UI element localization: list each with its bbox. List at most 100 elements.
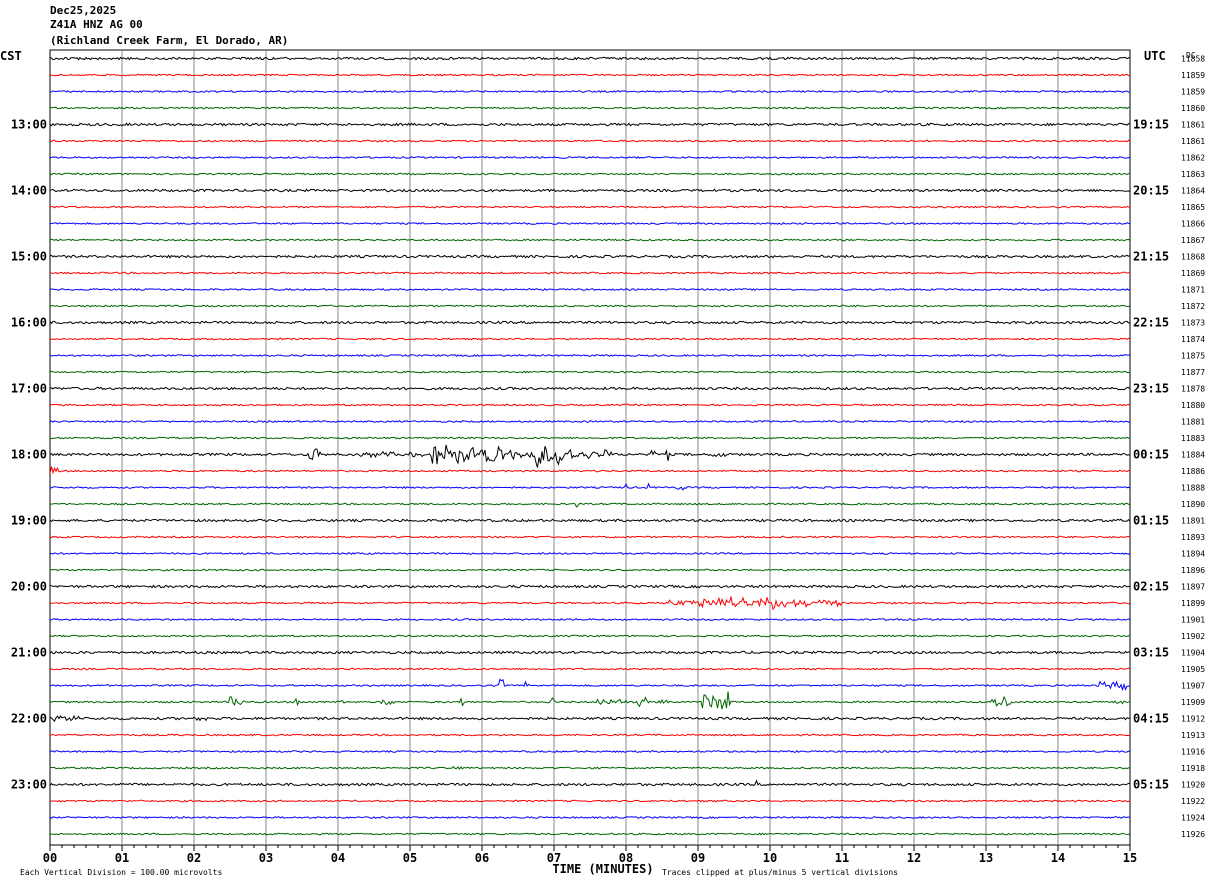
seismic-trace bbox=[49, 765, 1131, 771]
seismic-trace bbox=[49, 667, 1131, 671]
dc-value-label: 11904 bbox=[1181, 649, 1205, 658]
seismic-trace bbox=[49, 691, 1131, 710]
seismic-trace bbox=[49, 816, 1131, 819]
seismic-trace bbox=[49, 156, 1131, 159]
x-tick-label: 05 bbox=[403, 851, 417, 865]
x-tick-label: 14 bbox=[1051, 851, 1065, 865]
plot-grid bbox=[49, 49, 1131, 851]
seismic-trace bbox=[49, 568, 1131, 572]
dc-value-label: 11869 bbox=[1181, 269, 1205, 278]
dc-value-label: 11868 bbox=[1181, 253, 1205, 262]
seismic-trace bbox=[49, 466, 1131, 475]
dc-value-label: 11864 bbox=[1181, 187, 1205, 196]
dc-value-label: 11875 bbox=[1181, 352, 1205, 361]
seismic-trace bbox=[49, 779, 1131, 787]
seismic-trace bbox=[49, 403, 1131, 407]
seismic-trace bbox=[49, 73, 1131, 77]
dc-value-label: 11865 bbox=[1181, 203, 1205, 212]
dc-value-label: 11884 bbox=[1181, 451, 1205, 460]
seismic-trace bbox=[49, 254, 1131, 259]
dc-value-label: 11878 bbox=[1181, 385, 1205, 394]
utc-hour-label: 03:15 bbox=[1133, 646, 1169, 660]
seismic-trace bbox=[49, 518, 1131, 523]
seismic-trace bbox=[49, 354, 1131, 357]
dc-value-label: 11924 bbox=[1181, 814, 1205, 823]
dc-value-label: 11859 bbox=[1181, 88, 1205, 97]
cst-hour-label: 22:00 bbox=[11, 712, 47, 726]
plot-frame bbox=[49, 49, 1131, 846]
seismic-trace bbox=[49, 139, 1131, 143]
dc-value-label: 11860 bbox=[1181, 104, 1205, 113]
dc-value-label: 11918 bbox=[1181, 764, 1205, 773]
seismic-trace bbox=[49, 370, 1131, 374]
dc-value-label: 11888 bbox=[1181, 484, 1205, 493]
dc-value-label: 11907 bbox=[1181, 682, 1205, 691]
cst-hour-label: 19:00 bbox=[11, 514, 47, 528]
dc-value-label: 11861 bbox=[1181, 137, 1205, 146]
utc-hour-label: 21:15 bbox=[1133, 250, 1169, 264]
dc-header-label: DC bbox=[1186, 51, 1196, 60]
x-tick-label: 03 bbox=[259, 851, 273, 865]
seismic-trace bbox=[49, 750, 1131, 754]
cst-hour-label: 23:00 bbox=[11, 778, 47, 792]
seismic-trace bbox=[49, 678, 1131, 692]
seismic-trace bbox=[49, 436, 1131, 440]
seismic-trace bbox=[49, 482, 1131, 491]
seismic-trace bbox=[49, 56, 1131, 61]
dc-value-label: 11880 bbox=[1181, 401, 1205, 410]
utc-axis-label: UTC bbox=[1144, 49, 1166, 63]
utc-hour-label: 02:15 bbox=[1133, 580, 1169, 594]
dc-value-label: 11873 bbox=[1181, 319, 1205, 328]
seismogram-chart: 00 01 02 03 04 05 06 07 08 09 10 11 12 13 14 1511858118… bbox=[0, 49, 1205, 877]
cst-hour-label: 14:00 bbox=[11, 184, 47, 198]
dc-value-label: 11909 bbox=[1181, 698, 1205, 707]
dc-value-label: 11859 bbox=[1181, 71, 1205, 80]
cst-axis-label: CST bbox=[0, 49, 22, 63]
seismic-trace bbox=[49, 205, 1131, 209]
seismic-trace bbox=[49, 90, 1131, 93]
seismic-trace bbox=[49, 552, 1131, 555]
seismic-trace bbox=[49, 617, 1131, 622]
seismic-trace bbox=[49, 386, 1131, 391]
utc-hour-label: 04:15 bbox=[1133, 712, 1169, 726]
seismic-trace bbox=[49, 832, 1131, 836]
vertical-division-note: Each Vertical Division = 100.00 microvol… bbox=[20, 868, 222, 877]
x-tick-label: 04 bbox=[331, 851, 345, 865]
dc-value-label: 11902 bbox=[1181, 632, 1205, 641]
dc-value-label: 11863 bbox=[1181, 170, 1205, 179]
dc-value-label: 11920 bbox=[1181, 781, 1205, 790]
seismic-trace bbox=[49, 320, 1131, 325]
utc-hour-label: 22:15 bbox=[1133, 316, 1169, 330]
seismic-trace bbox=[49, 304, 1131, 308]
x-tick-label: 00 bbox=[43, 851, 57, 865]
dc-value-label: 11916 bbox=[1181, 748, 1205, 757]
seismic-trace bbox=[49, 596, 1131, 611]
dc-value-label: 11874 bbox=[1181, 335, 1205, 344]
x-tick-label: 15 bbox=[1123, 851, 1137, 865]
dc-value-label: 11890 bbox=[1181, 500, 1205, 509]
seismic-trace bbox=[49, 799, 1131, 803]
seismic-trace bbox=[49, 271, 1131, 275]
dc-value-label: 11912 bbox=[1181, 715, 1205, 724]
dc-value-label: 11894 bbox=[1181, 550, 1205, 559]
dc-value-label: 11881 bbox=[1181, 418, 1205, 427]
seismic-trace bbox=[49, 444, 1131, 468]
dc-value-label: 11913 bbox=[1181, 731, 1205, 740]
dc-value-label: 11897 bbox=[1181, 583, 1205, 592]
cst-hour-label: 20:00 bbox=[11, 580, 47, 594]
cst-hour-label: 17:00 bbox=[11, 382, 47, 396]
cst-hour-label: 18:00 bbox=[11, 448, 47, 462]
utc-hour-label: 00:15 bbox=[1133, 448, 1169, 462]
utc-hour-label: 05:15 bbox=[1133, 778, 1169, 792]
dc-value-label: 11866 bbox=[1181, 220, 1205, 229]
seismic-trace bbox=[49, 420, 1131, 423]
seismic-trace bbox=[49, 188, 1131, 193]
utc-hour-label: 23:15 bbox=[1133, 382, 1169, 396]
x-tick-label: 09 bbox=[691, 851, 705, 865]
seismic-trace bbox=[49, 502, 1131, 508]
dc-value-label: 11899 bbox=[1181, 599, 1205, 608]
seismic-trace bbox=[49, 238, 1131, 242]
seismic-trace bbox=[49, 714, 1131, 723]
dc-value-label: 11871 bbox=[1181, 286, 1205, 295]
cst-hour-label: 15:00 bbox=[11, 250, 47, 264]
